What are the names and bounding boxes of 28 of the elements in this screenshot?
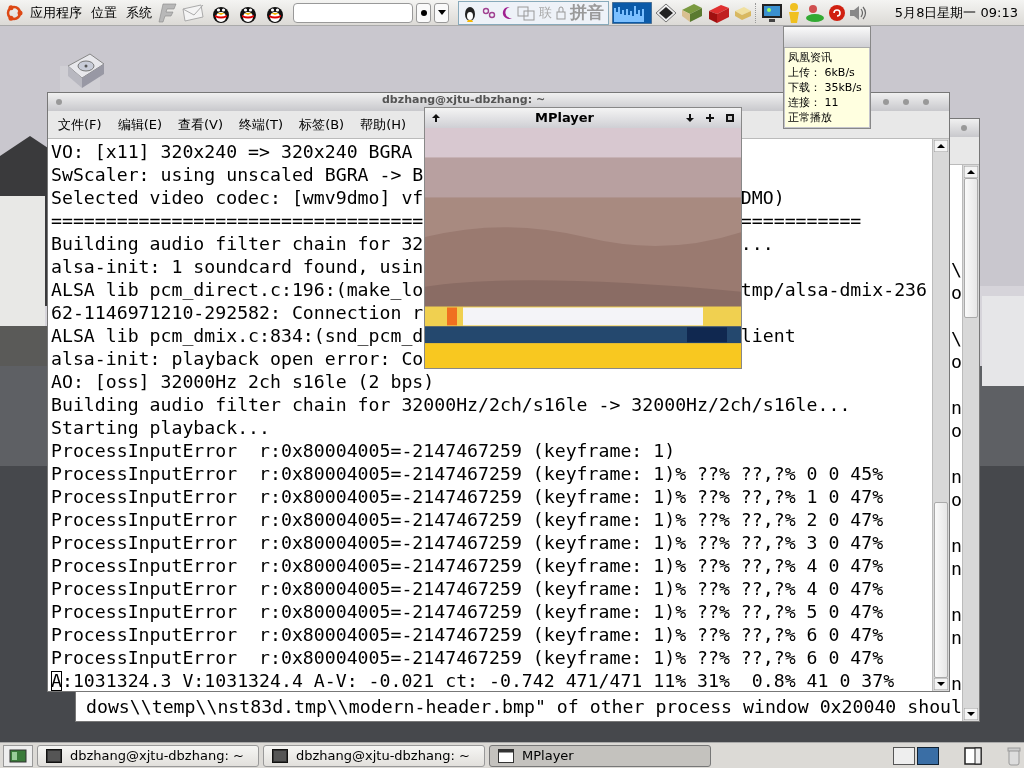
input-field[interactable] <box>293 2 413 23</box>
contacts-icon[interactable] <box>805 3 825 22</box>
window-icon <box>498 748 514 763</box>
taskbar-button[interactable]: dbzhang@xjtu-dbzhang: ~ <box>37 744 259 767</box>
clock[interactable]: 5月8日星期一 09:13 <box>894 3 1020 22</box>
dropdown-button[interactable] <box>434 2 449 23</box>
media-icon[interactable] <box>828 3 846 22</box>
workspace-button[interactable] <box>917 746 939 765</box>
caret-icon <box>437 10 446 15</box>
desktop-icon <box>9 748 27 763</box>
terminal-icon <box>46 748 62 763</box>
taskbar-button[interactable]: dbzhang@xjtu-dbzhang: ~ <box>263 744 485 767</box>
window-list-icon[interactable] <box>963 745 983 766</box>
network-monitor-graph[interactable] <box>612 1 652 24</box>
dot-icon <box>420 9 427 16</box>
panel-menu[interactable]: 位置 <box>88 3 120 22</box>
workspace-button[interactable] <box>893 746 915 765</box>
logo-icon[interactable] <box>4 2 24 23</box>
taskbar-button[interactable]: MPlayer <box>489 744 711 767</box>
show-desktop-button[interactable] <box>3 744 33 767</box>
moon-icon[interactable] <box>501 5 513 20</box>
diamond-icon[interactable] <box>655 2 677 23</box>
terminal-icon <box>272 748 288 763</box>
panel-menu[interactable]: 应用程序 <box>27 3 85 22</box>
monitor-icon[interactable] <box>761 2 783 23</box>
panel-menu[interactable]: 系统 <box>123 3 155 22</box>
dot-button[interactable] <box>416 2 431 23</box>
volume-icon[interactable] <box>849 3 867 22</box>
